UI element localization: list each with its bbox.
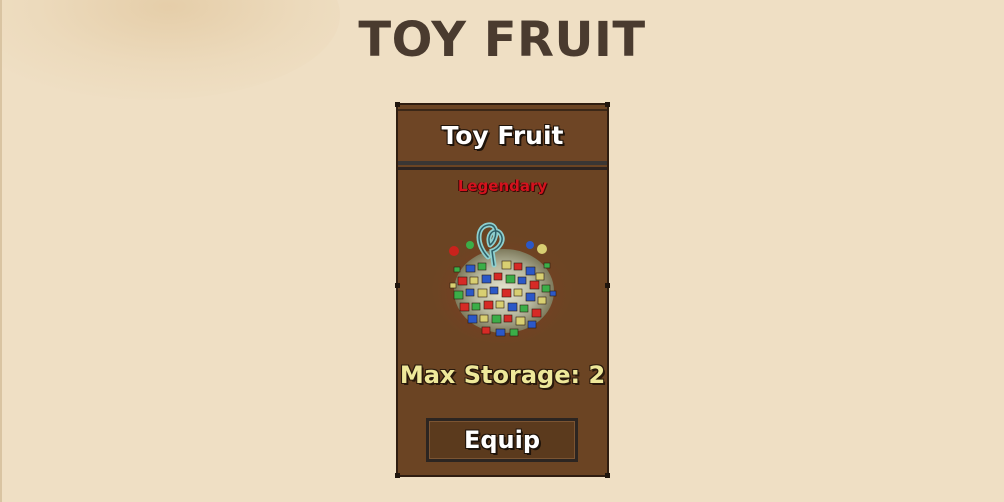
max-storage-label: Max Storage: 2 [399,361,606,389]
page-title: TOY FRUIT [358,12,646,68]
card-header: Toy Fruit [398,109,607,165]
card-corner [605,102,610,107]
left-edge-border [0,0,2,502]
header-divider [398,167,607,170]
card-corner [395,473,400,478]
equip-button-label: Equip [463,426,541,454]
card-corner [395,283,400,288]
card-corner [605,473,610,478]
card-corner [395,102,400,107]
card-corner [605,283,610,288]
equip-button[interactable]: Equip [426,418,578,462]
fruit-card: Toy Fruit Legendary Max Storage: 2 Equip [395,102,610,478]
toy-fruit-icon [432,222,572,343]
rarity-label: Legendary [457,177,548,195]
card-title: Toy Fruit [441,121,564,150]
